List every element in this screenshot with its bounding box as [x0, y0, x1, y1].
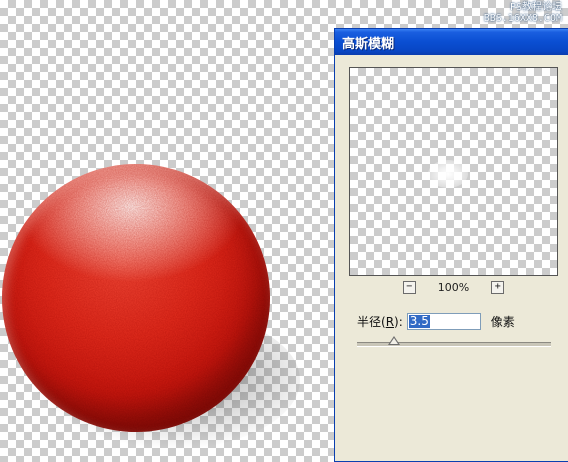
- watermark-line-2: BBS.16XX8.COM: [483, 13, 562, 24]
- watermark-line-1: PS教程论坛: [509, 2, 562, 13]
- dialog-title: 高斯模糊: [342, 36, 395, 52]
- sphere-rim-light: [2, 164, 270, 432]
- radius-slider-thumb[interactable]: [387, 336, 400, 345]
- canvas-artwork: [0, 160, 300, 450]
- radius-slider-track[interactable]: [357, 342, 551, 347]
- preview-blurred-highlight: [428, 160, 468, 188]
- preview-pane[interactable]: [349, 67, 558, 276]
- radius-label: 半径(R):: [357, 313, 403, 330]
- radius-label-suffix: ):: [394, 314, 403, 329]
- dialog-titlebar[interactable]: 高斯模糊: [335, 29, 568, 55]
- radius-label-accesskey: R: [385, 314, 395, 329]
- zoom-in-button[interactable]: +: [491, 280, 505, 294]
- zoom-level: 100%: [437, 280, 470, 294]
- zoom-out-button[interactable]: −: [402, 280, 416, 294]
- radius-label-prefix: 半径(: [357, 314, 386, 329]
- radius-input-value: 3.5: [408, 313, 430, 328]
- radius-unit-label: 像素: [490, 314, 515, 329]
- gaussian-blur-dialog: 高斯模糊 − 100% + 半径(R): 3.5 像素: [334, 28, 568, 462]
- zoom-controls: − 100% +: [349, 279, 558, 295]
- radius-input[interactable]: 3.5: [406, 312, 481, 330]
- watermark: PS教程论坛 BBS.16XX8.COM: [484, 2, 562, 24]
- radius-row: 半径(R): 3.5 像素: [357, 311, 515, 331]
